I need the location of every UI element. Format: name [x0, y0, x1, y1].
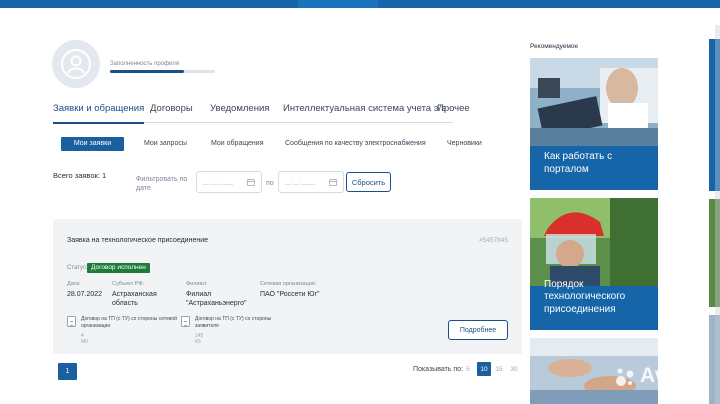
document-name[interactable]: Договор на ТП (с ТУ) со стороны заявител…	[195, 316, 295, 330]
document-size: 145 Кб	[195, 333, 204, 345]
subtab-quality-messages[interactable]: Сообщения по качеству электроснабжения	[285, 137, 426, 151]
page-size-label: Показывать по:	[413, 366, 464, 373]
reset-button[interactable]: Сбросить	[346, 172, 391, 192]
profile-completeness-bar	[110, 70, 215, 73]
tab-other[interactable]: Прочее	[437, 103, 470, 114]
recommended-card-connection-text: Порядок технологического присоединения	[544, 278, 626, 315]
date-from-placeholder: __.__.____	[203, 179, 234, 185]
recommended-card-connection[interactable]: Порядок технологического присоединения	[530, 198, 658, 330]
header-active-hint	[298, 0, 378, 8]
date-to-placeholder: __.__.____	[285, 179, 316, 185]
tab-notifications[interactable]: Уведомления	[210, 103, 269, 114]
date-to-input[interactable]: __.__.____	[278, 171, 344, 193]
page-size-10[interactable]: 10	[477, 362, 491, 376]
network-value: ПАО "Россети Юг"	[260, 291, 320, 298]
avatar[interactable]	[52, 40, 100, 88]
page-button-current[interactable]: 1	[58, 363, 77, 380]
date-from-input[interactable]: __.__.____	[196, 171, 262, 193]
subject-label: Субъект РФ:	[112, 281, 145, 287]
application-card: Заявка на технологическое присоединение …	[53, 219, 522, 354]
page-size-15[interactable]: 15	[492, 362, 506, 376]
recommended-card-portal-text: Как работать с порталом	[544, 151, 613, 175]
recommended-card-next[interactable]	[530, 338, 658, 404]
recommended-card-portal[interactable]: Как работать с порталом	[530, 58, 658, 190]
laptop-photo-icon	[530, 58, 658, 146]
network-label: Сетевая организация:	[260, 281, 317, 287]
details-button[interactable]: Подробнее	[448, 320, 508, 340]
document-icon	[181, 316, 190, 327]
status-badge: Договор исполнен	[87, 263, 150, 273]
branch-value: Филиал "Астраханьэнерго"	[186, 291, 247, 307]
profile-completeness-fill	[110, 70, 184, 73]
total-applications: Всего заявок: 1	[53, 171, 107, 180]
page-size-5[interactable]: 5	[461, 362, 475, 376]
top-header-bar	[0, 0, 720, 8]
user-icon	[61, 49, 91, 79]
tab-smart-metering[interactable]: Интеллектуальная система учета э/э	[283, 103, 446, 114]
subtab-drafts[interactable]: Черновики	[447, 137, 482, 151]
subtab-my-requests[interactable]: Мои запросы	[144, 137, 187, 151]
application-number: #5457845	[479, 237, 508, 244]
page-size-30[interactable]: 30	[507, 362, 521, 376]
filter-by-date-label: Фильтровать по дате	[136, 176, 188, 192]
recommended-title: Рекомендуемое	[530, 43, 579, 50]
date-range-separator: по	[266, 180, 274, 187]
worker-helmet-photo-icon	[530, 198, 658, 286]
application-date: 28.07.2022	[67, 291, 103, 298]
document-name[interactable]: Договор на ТП (с ТУ) со стороны сетевой …	[81, 316, 181, 330]
avito-logo-icon	[616, 368, 634, 386]
tab-contracts[interactable]: Договоры	[150, 103, 193, 114]
branch-label: Филиал:	[186, 281, 208, 287]
watermark-text: Avito	[640, 364, 694, 387]
calendar-icon[interactable]	[247, 179, 255, 186]
subtab-my-appeals[interactable]: Мои обращения	[211, 137, 264, 151]
application-title[interactable]: Заявка на технологическое присоединение	[67, 237, 208, 244]
scrollbar[interactable]	[715, 25, 720, 404]
status-label: Статус:	[67, 265, 88, 271]
subject-value: Астраханская область	[112, 291, 157, 307]
profile-completeness-label: Заполненность профиля	[110, 61, 180, 67]
main-tabs: Заявки и обращения Договоры Уведомления …	[53, 103, 470, 124]
date-label: Дата:	[67, 281, 81, 287]
document-size: 4 Мб	[81, 333, 89, 345]
document-icon	[67, 316, 76, 327]
calendar-icon[interactable]	[329, 179, 337, 186]
hands-photo-icon	[530, 338, 658, 404]
tab-applications[interactable]: Заявки и обращения	[53, 103, 145, 124]
subtab-my-applications[interactable]: Мои заявки	[61, 137, 124, 151]
